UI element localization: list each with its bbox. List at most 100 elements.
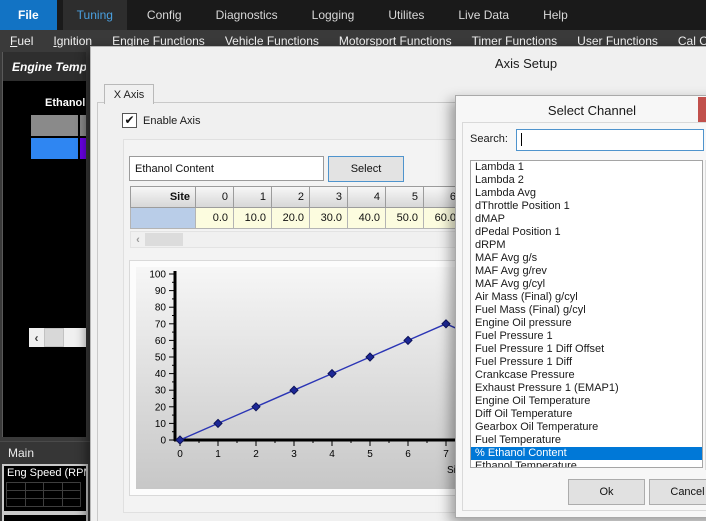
close-icon[interactable]: ✕ [698, 97, 706, 122]
menu-item-live-data[interactable]: Live Data [444, 0, 523, 30]
channel-list-item[interactable]: Fuel Pressure 1 Diff Offset [471, 343, 702, 356]
axis-setup-title: Axis Setup [91, 47, 706, 71]
site-value-cell-5[interactable]: 50.0 [385, 208, 424, 229]
ok-button[interactable]: Ok [568, 479, 645, 505]
site-value-cell-0[interactable]: 0.0 [195, 208, 234, 229]
select-channel-title: Select Channel [456, 96, 706, 118]
channel-list-item[interactable]: MAF Avg g/s [471, 252, 702, 265]
sites-column-header-4: 4 [347, 186, 386, 208]
channel-list-item[interactable]: Lambda 2 [471, 174, 702, 187]
svg-text:20: 20 [155, 402, 167, 413]
svg-text:6: 6 [405, 449, 411, 460]
channel-list-item[interactable]: Engine Oil pressure [471, 317, 702, 330]
sites-column-header-0: 0 [195, 186, 234, 208]
menu-item-config[interactable]: Config [133, 0, 196, 30]
gauge-grid-cell [62, 498, 82, 507]
axis-sites-table: Site0123456 0.010.020.030.040.050.060.0 [130, 186, 462, 229]
search-label: Search: [470, 133, 508, 145]
sites-column-header-5: 5 [385, 186, 424, 208]
submenu-item-label: gnition [57, 34, 92, 48]
sites-column-header-2: 2 [271, 186, 310, 208]
submenu-item-label: uel [17, 34, 33, 48]
menu-item-file[interactable]: File [0, 0, 57, 30]
channel-list-item[interactable]: Lambda Avg [471, 187, 702, 200]
eng-speed-label: Eng Speed (RPM) [4, 466, 86, 479]
sites-table-corner-header: Site [130, 186, 196, 208]
app-window: FileTuningConfigDiagnosticsLoggingUtilit… [0, 0, 706, 521]
site-value-cell-2[interactable]: 20.0 [271, 208, 310, 229]
mini-table-header-cell [80, 115, 86, 136]
mini-table-cursor-cell[interactable] [80, 138, 86, 159]
enable-axis-label: Enable Axis [143, 115, 200, 127]
channel-list-item[interactable]: dRPM [471, 239, 702, 252]
sites-row-header-cell[interactable] [130, 208, 196, 229]
channel-list-item[interactable]: Ethanol Temperature [471, 460, 702, 468]
svg-text:5: 5 [367, 449, 373, 460]
svg-text:80: 80 [155, 303, 167, 314]
scroll-left-icon[interactable]: ‹ [131, 234, 145, 246]
svg-text:2: 2 [253, 449, 259, 460]
svg-text:7: 7 [443, 449, 449, 460]
scrollbar-thumb[interactable] [44, 328, 64, 347]
menu-item-tuning[interactable]: Tuning [63, 0, 127, 30]
svg-text:1: 1 [215, 449, 221, 460]
menu-item-logging[interactable]: Logging [298, 0, 369, 30]
select-channel-dialog: Select Channel ✕ Search: Lambda 1Lambda … [455, 95, 706, 518]
mini-table-selected-cell[interactable] [31, 138, 78, 159]
submenu-item-fuel[interactable]: Fuel [0, 34, 43, 48]
scroll-left-icon[interactable]: ‹ [29, 331, 44, 345]
main-section-label: Main [8, 446, 34, 460]
channel-list-item[interactable]: Fuel Pressure 1 Diff [471, 356, 702, 369]
mini-table-axis-label: Ethanol [45, 97, 85, 109]
menu-item-help[interactable]: Help [529, 0, 582, 30]
channel-list-item[interactable]: Diff Oil Temperature [471, 408, 702, 421]
gauge-grid-cell [25, 498, 45, 507]
second-gauge-panel [2, 513, 88, 521]
cancel-button[interactable]: Cancel [649, 479, 706, 505]
engine-temp-window-title: Engine Temp [3, 52, 86, 81]
site-value-cell-1[interactable]: 10.0 [233, 208, 272, 229]
svg-text:10: 10 [155, 419, 167, 430]
main-section-header[interactable]: Main [0, 441, 96, 464]
svg-text:100: 100 [149, 270, 166, 281]
channel-list-item[interactable]: Air Mass (Final) g/cyl [471, 291, 702, 304]
channel-list-item[interactable]: dThrottle Position 1 [471, 200, 702, 213]
svg-text:0: 0 [177, 449, 183, 460]
channel-list-item[interactable]: dPedal Position 1 [471, 226, 702, 239]
sites-column-header-1: 1 [233, 186, 272, 208]
channel-list-item[interactable]: % Ethanol Content [471, 447, 702, 460]
channel-list-item[interactable]: Exhaust Pressure 1 (EMAP1) [471, 382, 702, 395]
site-value-cell-4[interactable]: 40.0 [347, 208, 386, 229]
axis-channel-input[interactable]: Ethanol Content [129, 156, 324, 181]
svg-text:40: 40 [155, 369, 167, 380]
channel-list-item[interactable]: dMAP [471, 213, 702, 226]
eng-speed-grid [7, 483, 81, 507]
text-caret [521, 133, 522, 146]
search-input[interactable] [516, 129, 704, 151]
enable-axis-checkbox[interactable]: ✔ [122, 113, 137, 128]
channel-list-item[interactable]: Fuel Pressure 1 [471, 330, 702, 343]
sites-table-value-row: 0.010.020.030.040.050.060.0 [130, 208, 462, 229]
svg-text:3: 3 [291, 449, 297, 460]
svg-text:30: 30 [155, 386, 167, 397]
channel-list-item[interactable]: MAF Avg g/rev [471, 265, 702, 278]
scrollbar-thumb[interactable] [145, 233, 183, 246]
site-value-cell-3[interactable]: 30.0 [309, 208, 348, 229]
channel-list-item[interactable]: Gearbox Oil Temperature [471, 421, 702, 434]
mini-table-horizontal-scrollbar[interactable]: ‹ [29, 328, 86, 347]
svg-text:90: 90 [155, 286, 167, 297]
channel-list-item[interactable]: Crankcase Pressure [471, 369, 702, 382]
select-channel-button[interactable]: Select [328, 156, 404, 182]
svg-text:0: 0 [160, 436, 166, 447]
menu-item-utilites[interactable]: Utilites [374, 0, 438, 30]
tab-x-axis[interactable]: X Axis [104, 84, 154, 104]
menu-item-diagnostics[interactable]: Diagnostics [202, 0, 292, 30]
channel-list-item[interactable]: Fuel Mass (Final) g/cyl [471, 304, 702, 317]
channel-list-item[interactable]: Lambda 1 [471, 161, 702, 174]
gauge-grid-cell [6, 498, 26, 507]
eng-speed-gauge-panel[interactable]: Eng Speed (RPM) [2, 464, 88, 513]
channel-list-item[interactable]: Engine Oil Temperature [471, 395, 702, 408]
sites-column-header-3: 3 [309, 186, 348, 208]
channel-list-item[interactable]: MAF Avg g/cyl [471, 278, 702, 291]
channel-list-item[interactable]: Fuel Temperature [471, 434, 702, 447]
